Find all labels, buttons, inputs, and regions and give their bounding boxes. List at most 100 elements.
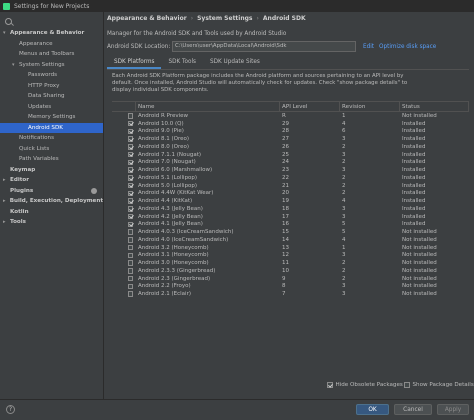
checkbox-cell (112, 291, 136, 297)
hide-obsolete-option[interactable]: Hide Obsolete Packages (327, 382, 403, 388)
checkbox-cell (112, 213, 136, 220)
sidebar-item[interactable]: Data Sharing (0, 91, 103, 102)
platform-checkbox[interactable] (127, 151, 133, 158)
platform-checkbox[interactable] (127, 120, 133, 127)
platform-checkbox[interactable] (127, 198, 133, 204)
sidebar-item[interactable]: Notifications (0, 133, 103, 144)
table-row[interactable]: Android 7.0 (Nougat) 24 2 Installed (112, 159, 469, 167)
table-row[interactable]: Android 4.4 (KitKat) 19 4 Installed (112, 197, 469, 205)
table-row[interactable]: Android 7.1.1 (Nougat) 25 3 Installed (112, 151, 469, 159)
platform-checkbox[interactable] (127, 291, 133, 297)
platform-checkbox[interactable] (127, 182, 133, 189)
optimize-disk-space-link[interactable]: Optimize disk space (379, 44, 436, 50)
sidebar-item[interactable]: ▸ Build, Execution, Deployment (0, 196, 103, 207)
platform-checkbox[interactable] (127, 268, 133, 274)
tab-sdk-platforms[interactable]: SDK Platforms (107, 57, 162, 69)
sdk-location-field[interactable]: C:\Users\user\AppData\Local\Android\Sdk (172, 41, 356, 52)
chevron-right-icon[interactable]: ▸ (3, 217, 10, 228)
table-row[interactable]: Android 2.3.3 (Gingerbread) 10 2 Not instal… (112, 267, 469, 275)
table-row[interactable]: Android 4.3 (Jelly Bean) 18 3 Installed (112, 205, 469, 213)
apply-button[interactable]: Apply (437, 404, 469, 415)
table-row[interactable]: Android 9.0 (Pie) 28 6 Installed (112, 128, 469, 136)
sidebar-item[interactable]: ▾ System Settings (0, 60, 103, 71)
header-name[interactable]: Name (136, 101, 280, 112)
sidebar-item[interactable]: ▸ Editor (0, 175, 103, 186)
chevron-down-icon[interactable]: ▾ (3, 28, 10, 39)
help-icon[interactable]: ? (6, 405, 15, 414)
table-row[interactable]: Android 5.0 (Lollipop) 21 2 Installed (112, 182, 469, 190)
sdk-location-label: Android SDK Location: (107, 44, 171, 50)
table-row[interactable]: Android 2.3 (Gingerbread) 9 2 Not installed (112, 275, 469, 283)
tab-sdk-tools[interactable]: SDK Tools (161, 57, 203, 69)
sidebar-item[interactable]: Kotlin (0, 207, 103, 218)
install-status: Installed (402, 182, 426, 189)
platform-checkbox[interactable] (127, 244, 133, 251)
header-revision[interactable]: Revision (340, 101, 400, 112)
table-row[interactable]: Android 4.0.3 (IceCreamSandwich) 15 5 Not i… (112, 228, 469, 236)
chevron-right-icon[interactable]: ▸ (3, 175, 10, 186)
platform-checkbox[interactable] (127, 159, 133, 166)
sidebar-item[interactable]: Memory Settings (0, 112, 103, 123)
sidebar-item[interactable]: ▸ Tools (0, 217, 103, 228)
revision: 5 (342, 229, 346, 236)
hide-obsolete-checkbox[interactable] (327, 382, 333, 388)
table-row[interactable]: Android 5.1 (Lollipop) 22 2 Installed (112, 174, 469, 182)
sidebar-item[interactable]: Keymap (0, 165, 103, 176)
cancel-button[interactable]: Cancel (394, 404, 432, 415)
chevron-right-icon[interactable]: ▸ (3, 196, 10, 207)
sidebar-item[interactable]: Quick Lists (0, 144, 103, 155)
table-row[interactable]: Android 2.2 (Froyo) 8 3 Not installed (112, 283, 469, 291)
platform-checkbox[interactable] (127, 128, 133, 135)
show-details-checkbox[interactable] (404, 382, 410, 388)
table-row[interactable]: Android 4.4W (KitKat Wear) 20 2 Installed (112, 190, 469, 198)
table-row[interactable]: Android 2.1 (Eclair) 7 3 Not installed (112, 290, 469, 298)
platform-checkbox[interactable] (127, 275, 133, 282)
api-level: 8 (282, 283, 286, 290)
tab-sdk-update-sites[interactable]: SDK Update Sites (203, 57, 267, 69)
platform-checkbox[interactable] (127, 167, 133, 173)
table-row[interactable]: Android 8.1 (Oreo) 27 3 Installed (112, 135, 469, 143)
sidebar-item[interactable]: ▾ Appearance & Behavior (0, 28, 103, 39)
platform-checkbox[interactable] (127, 144, 133, 150)
table-row[interactable]: Android 4.1 (Jelly Bean) 16 5 Installed (112, 221, 469, 229)
table-row[interactable]: Android 3.0 (Honeycomb) 11 2 Not installed (112, 259, 469, 267)
chevron-down-icon[interactable]: ▾ (12, 60, 19, 71)
sidebar-item[interactable]: Appearance (0, 39, 103, 50)
breadcrumb-separator: › (190, 15, 194, 22)
platform-checkbox[interactable] (127, 190, 133, 197)
sidebar-item[interactable]: Menus and Toolbars (0, 49, 103, 60)
platform-checkbox[interactable] (127, 260, 133, 266)
platform-checkbox[interactable] (127, 237, 133, 243)
sidebar-item[interactable]: Android SDK (0, 122, 103, 133)
ok-button[interactable]: OK (356, 404, 389, 415)
table-row[interactable]: Android R Preview R 1 Not installed (112, 112, 469, 120)
table-row[interactable]: Android 10.0 (Q) 29 4 Installed (112, 120, 469, 128)
table-row[interactable]: Android 4.2 (Jelly Bean) 17 3 Installed (112, 213, 469, 221)
platform-checkbox[interactable] (127, 206, 133, 212)
api-level: 27 (282, 136, 289, 143)
platform-checkbox[interactable] (127, 283, 133, 290)
table-row[interactable]: Android 3.1 (Honeycomb) 12 3 Not installed (112, 252, 469, 260)
table-row[interactable]: Android 4.0 (IceCreamSandwich) 14 4 Not ins… (112, 236, 469, 244)
header-api-level[interactable]: API Level (280, 101, 340, 112)
sidebar-item[interactable]: Path Variables (0, 154, 103, 165)
sidebar-item[interactable]: Plugins (0, 186, 103, 197)
table-row[interactable]: Android 8.0 (Oreo) 26 2 Installed (112, 143, 469, 151)
edit-link[interactable]: Edit (363, 44, 374, 50)
sidebar-item[interactable]: Passwords (0, 70, 103, 81)
checkbox-cell (112, 244, 136, 251)
table-row[interactable]: Android 3.2 (Honeycomb) 13 1 Not installed (112, 244, 469, 252)
settings-search[interactable] (0, 14, 103, 28)
platform-checkbox[interactable] (127, 113, 133, 119)
sidebar-item[interactable]: HTTP Proxy (0, 81, 103, 92)
show-details-option[interactable]: Show Package Details (404, 382, 474, 388)
sidebar-item[interactable]: Updates (0, 102, 103, 113)
table-row[interactable]: Android 6.0 (Marshmallow) 23 3 Installed (112, 166, 469, 174)
platform-checkbox[interactable] (127, 213, 133, 220)
platform-checkbox[interactable] (127, 136, 133, 142)
platform-checkbox[interactable] (127, 221, 133, 228)
header-status[interactable]: Status (400, 101, 469, 112)
platform-checkbox[interactable] (127, 175, 133, 181)
platform-checkbox[interactable] (127, 229, 133, 235)
platform-checkbox[interactable] (127, 252, 133, 259)
